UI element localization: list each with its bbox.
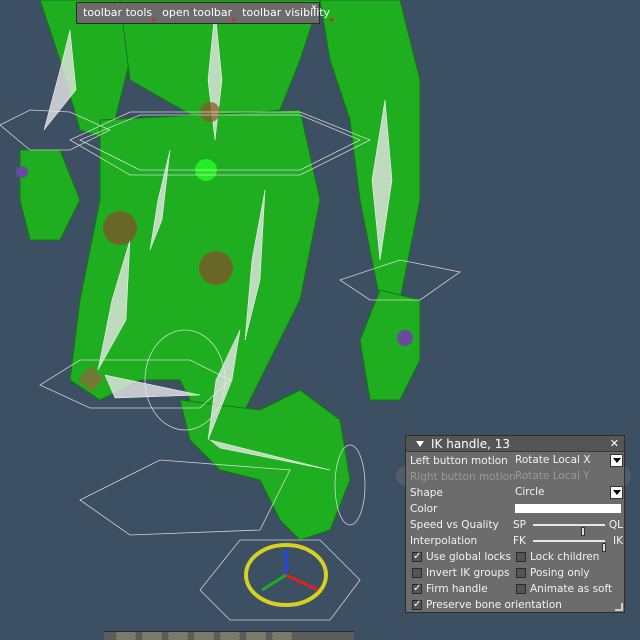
right-button-motion-row: Right button motion Rotate Local Y (408, 469, 622, 485)
bottom-toolbar (104, 631, 354, 640)
panel-title: IK handle, 13 (431, 436, 511, 451)
shape-select[interactable]: Circle (513, 486, 623, 499)
checkbox-label: Lock children (530, 551, 600, 563)
checkbox-row: Preserve bone orientation (408, 597, 622, 613)
toolbar-button[interactable] (142, 632, 162, 640)
toolbar-button[interactable] (220, 632, 240, 640)
speed-quality-slider[interactable]: SP QL (513, 517, 623, 536)
field-label: Color (410, 503, 438, 515)
animate-as-soft-checkbox[interactable] (516, 584, 526, 594)
invert-ik-groups-checkbox[interactable] (412, 568, 422, 578)
open-toolbar-button[interactable]: open toolbar (156, 3, 236, 23)
toolbar-tools-button[interactable]: toolbar tools (77, 3, 156, 23)
ik-handle-panel: IK handle, 13 ✕ Left button motion Rotat… (405, 435, 625, 613)
field-label: Right button motion (410, 471, 516, 483)
right-button-motion-select: Rotate Local Y (513, 470, 623, 483)
collapse-triangle-icon[interactable] (416, 440, 424, 447)
speed-quality-row: Speed vs Quality SP QL (408, 517, 623, 536)
checkbox-label: Invert IK groups (426, 567, 510, 579)
select-value: Rotate Local X (515, 454, 591, 466)
chevron-down-icon[interactable] (610, 486, 623, 499)
posing-only-checkbox[interactable] (516, 568, 526, 578)
checkbox-label: Firm handle (426, 583, 488, 595)
field-label: Interpolation (410, 535, 478, 547)
checkbox-label: Preserve bone orientation (426, 599, 562, 611)
select-value: Rotate Local Y (515, 470, 590, 482)
dropdown-arrow-icon (329, 17, 334, 21)
select-value: Circle (515, 486, 545, 498)
toolbar-button[interactable] (194, 632, 214, 640)
firm-handle-checkbox[interactable] (412, 581, 422, 597)
slider-track[interactable] (533, 540, 606, 552)
checkbox-row: Invert IK groups Posing only (408, 565, 622, 581)
main-toolbar: toolbar tools open toolbar toolbar visib… (76, 2, 334, 24)
close-icon[interactable]: ✕ (610, 436, 619, 451)
slider-min-label: SP (513, 519, 526, 531)
slider-max-label: IK (613, 535, 623, 547)
toolbar-button[interactable] (116, 632, 136, 640)
preserve-bone-orientation-checkbox[interactable] (412, 597, 422, 613)
slider-track[interactable] (533, 524, 605, 536)
toolbar-button[interactable] (168, 632, 188, 640)
dropdown-arrow-icon (151, 17, 156, 21)
checkbox-row: Firm handle Animate as soft (408, 581, 622, 597)
chevron-down-icon[interactable] (610, 454, 623, 467)
close-icon[interactable]: ✕ (310, 4, 318, 12)
left-button-motion-select[interactable]: Rotate Local X (513, 454, 623, 467)
color-swatch[interactable] (515, 504, 621, 513)
checkbox-row: Use global locks Lock children (408, 549, 622, 565)
checkbox-label: Animate as soft (530, 583, 613, 595)
dropdown-arrow-icon (231, 17, 236, 21)
interpolation-slider[interactable]: FK IK (513, 533, 623, 552)
toolbar-tools-label: toolbar tools (83, 6, 153, 19)
interpolation-row: Interpolation FK IK (408, 533, 623, 552)
checkbox-label: Use global locks (426, 551, 511, 563)
panel-header[interactable]: IK handle, 13 ✕ (406, 436, 624, 452)
resize-grip-icon[interactable] (615, 603, 623, 611)
field-label: Left button motion (410, 455, 508, 467)
field-label: Shape (410, 487, 443, 499)
slider-min-label: FK (513, 535, 526, 547)
field-label: Speed vs Quality (410, 519, 499, 531)
use-global-locks-checkbox[interactable] (412, 549, 422, 565)
toolbar-button[interactable] (272, 632, 292, 640)
shape-row: Shape Circle (408, 485, 623, 501)
lock-children-checkbox[interactable] (516, 552, 526, 562)
left-button-motion-row: Left button motion Rotate Local X (408, 453, 623, 469)
toolbar-visibility-button[interactable]: toolbar visibility (236, 3, 334, 23)
open-toolbar-label: open toolbar (162, 6, 233, 19)
ik-target-ring[interactable] (244, 543, 328, 607)
slider-max-label: QL (608, 519, 623, 531)
checkbox-label: Posing only (530, 567, 590, 579)
toolbar-button[interactable] (246, 632, 266, 640)
color-row: Color (408, 501, 622, 517)
